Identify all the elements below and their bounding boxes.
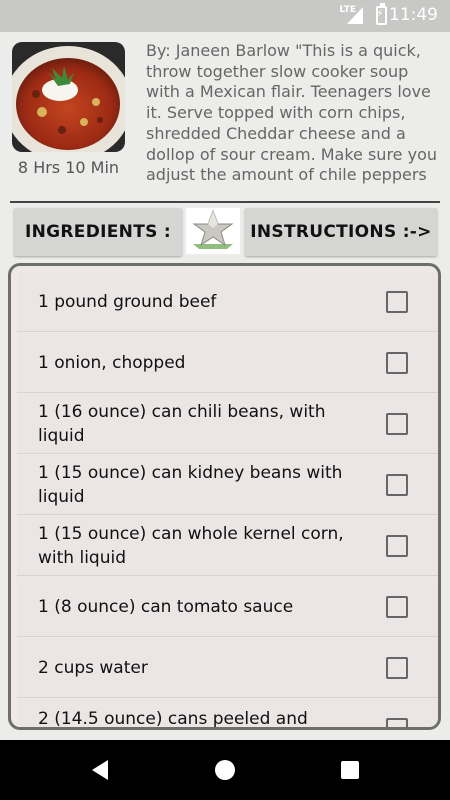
header-divider (10, 201, 440, 203)
battery-charging-icon (376, 3, 387, 25)
ingredient-checkbox[interactable] (386, 291, 408, 313)
clock: 11:49 (389, 5, 438, 25)
ingredient-text: 1 pound ground beef (38, 291, 217, 312)
instructions-button[interactable]: INSTRUCTIONS :-> (245, 208, 437, 256)
list-item[interactable]: 1 (8 ounce) can tomato sauce (17, 577, 438, 637)
ingredients-button[interactable]: INGREDIENTS : (14, 208, 182, 256)
list-item[interactable]: 1 (16 ounce) can chili beans, with liqui… (17, 394, 438, 454)
list-item[interactable]: 2 (14.5 ounce) cans peeled and diced (17, 699, 438, 729)
back-icon[interactable] (92, 760, 108, 780)
ingredient-text: 1 onion, chopped (38, 352, 186, 373)
list-item[interactable]: 1 onion, chopped (17, 333, 438, 393)
ingredient-text: 2 (14.5 ounce) cans peeled and diced (38, 709, 308, 729)
list-item[interactable]: 2 cups water (17, 638, 438, 698)
ingredient-text: 2 cups water (38, 657, 148, 678)
ingredient-text: 1 (15 ounce) can whole kernel corn, with… (38, 523, 344, 568)
ingredient-checkbox[interactable] (386, 535, 408, 557)
ingredient-text: 1 (15 ounce) can kidney beans with liqui… (38, 462, 343, 507)
ingredients-list[interactable]: 1 pound ground beef 1 onion, chopped 1 (… (8, 263, 441, 730)
ingredient-checkbox[interactable] (386, 352, 408, 374)
home-icon[interactable] (215, 760, 235, 780)
recents-icon[interactable] (341, 761, 359, 779)
ingredient-checkbox[interactable] (386, 718, 408, 727)
ingredient-checkbox[interactable] (386, 413, 408, 435)
ingredient-checkbox[interactable] (386, 474, 408, 496)
recipe-description: By: Janeen Barlow "This is a quick, thro… (146, 41, 437, 185)
ingredient-text: 1 (8 ounce) can tomato sauce (38, 596, 294, 617)
star-icon (191, 208, 235, 254)
list-item[interactable]: 1 (15 ounce) can kidney beans with liqui… (17, 455, 438, 515)
list-item[interactable]: 1 (15 ounce) can whole kernel corn, with… (17, 516, 438, 576)
favorite-button[interactable] (186, 208, 240, 254)
ingredient-text: 1 (16 ounce) can chili beans, with liqui… (38, 401, 326, 446)
ingredient-checkbox[interactable] (386, 657, 408, 679)
navigation-bar (0, 740, 450, 800)
status-bar: LTE 11:49 (0, 0, 450, 32)
list-item[interactable]: 1 pound ground beef (17, 272, 438, 332)
recipe-photo (12, 42, 125, 152)
ingredient-checkbox[interactable] (386, 596, 408, 618)
cook-time: 8 Hrs 10 Min (17, 158, 120, 177)
signal-icon (347, 7, 363, 24)
